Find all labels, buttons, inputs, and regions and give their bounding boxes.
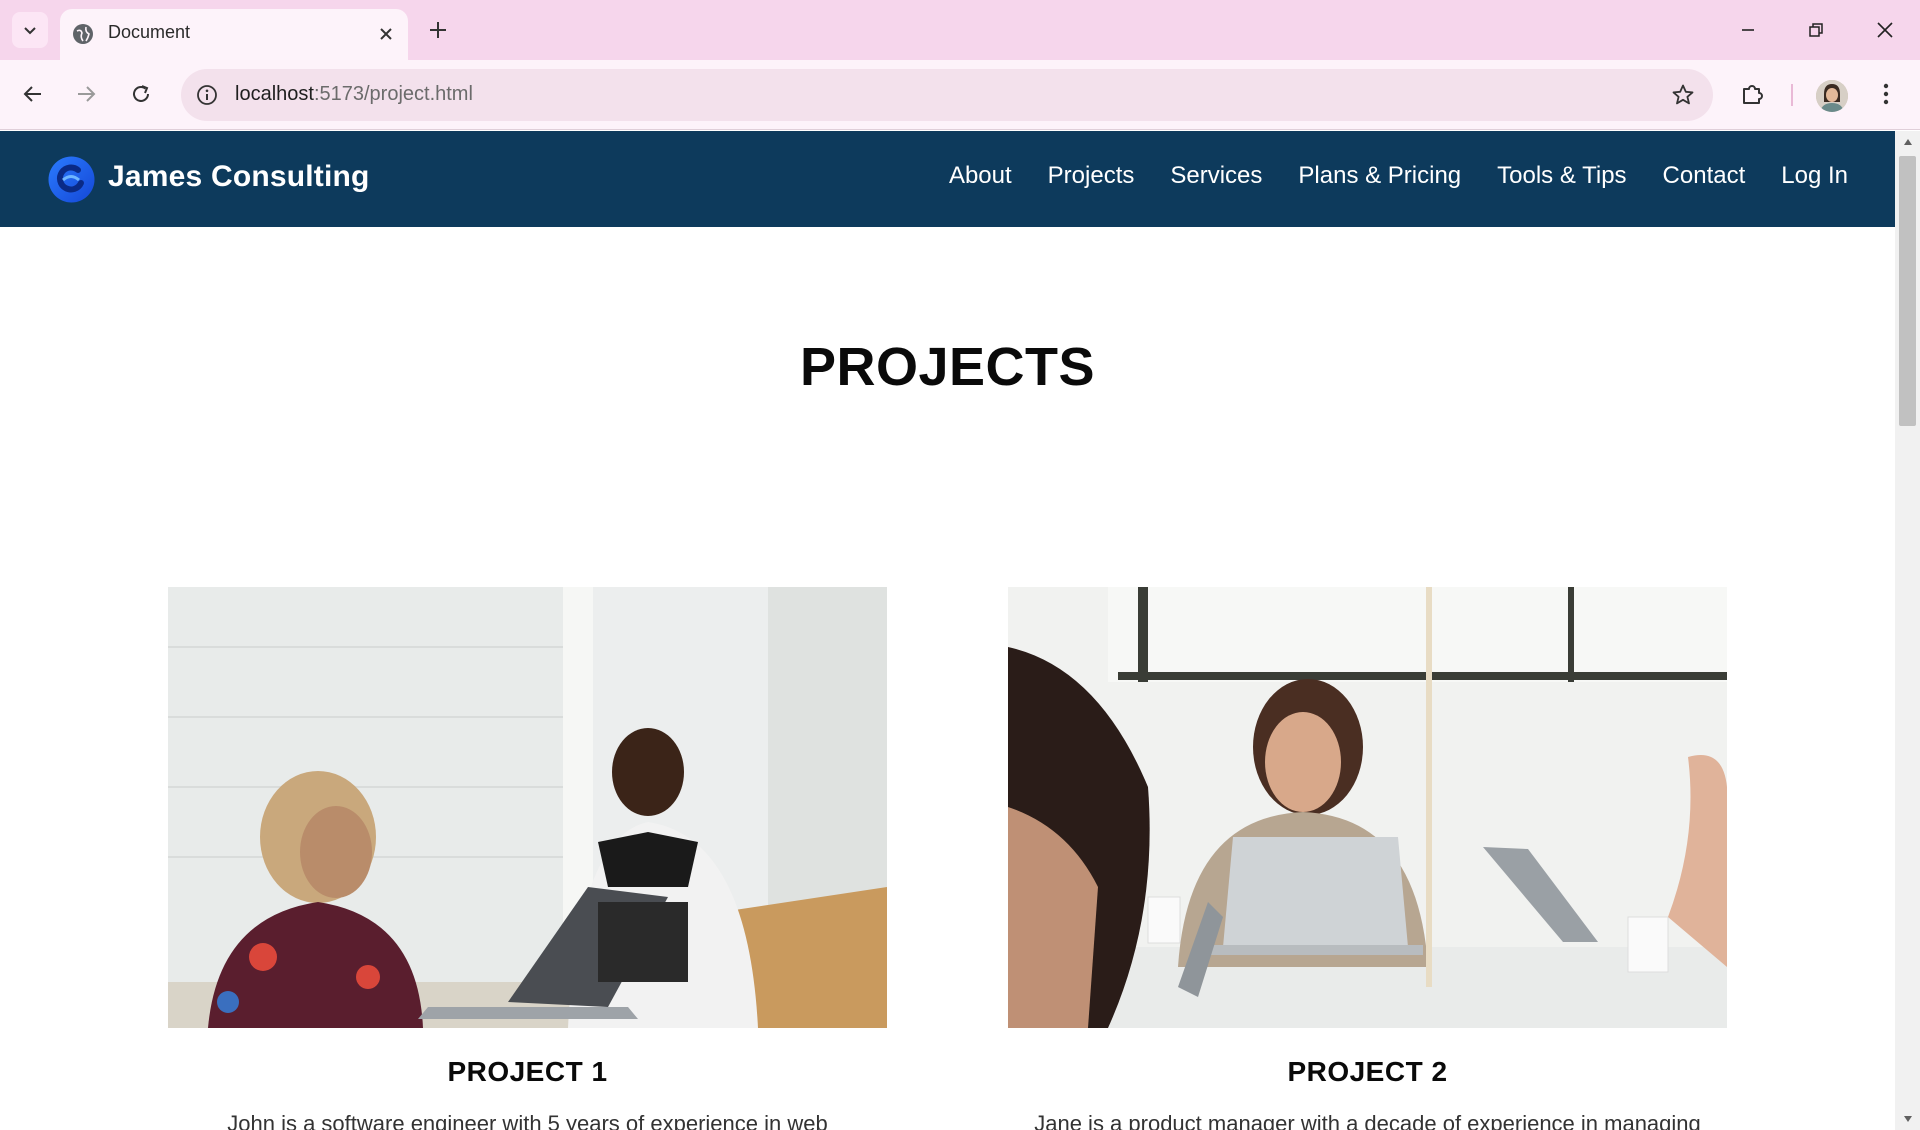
extensions-button[interactable]	[1735, 76, 1771, 112]
project-title: PROJECT 1	[447, 1056, 608, 1087]
brand-name[interactable]: James Consulting	[108, 160, 370, 194]
minimize-button[interactable]	[1726, 10, 1770, 50]
arrow-right-icon	[78, 86, 96, 102]
nav-projects[interactable]: Projects	[1048, 162, 1135, 190]
address-bar[interactable]: localhost:5173/project.html	[181, 69, 1713, 121]
project-card: PROJECT 2 Jane is a product manager with…	[1008, 587, 1727, 1130]
active-tab[interactable]: Document	[60, 9, 408, 60]
restore-icon	[1809, 23, 1823, 37]
project-title: PROJECT 2	[1287, 1056, 1448, 1087]
nav-services[interactable]: Services	[1170, 162, 1262, 190]
nav-contact[interactable]: Contact	[1663, 162, 1746, 190]
restore-button[interactable]	[1794, 10, 1838, 50]
scroll-down-button[interactable]	[1895, 1112, 1920, 1126]
tab-close-button[interactable]	[374, 22, 398, 46]
plus-icon	[430, 22, 446, 38]
tab-title: Document	[108, 22, 191, 42]
site-header: James Consulting About Projects Services…	[0, 131, 1895, 227]
project-description: Jane is a product manager with a decade …	[1034, 1111, 1701, 1130]
url-text[interactable]: localhost:5173/project.html	[235, 83, 473, 106]
scroll-thumb[interactable]	[1899, 156, 1916, 426]
close-window-button[interactable]	[1863, 10, 1907, 50]
project-card: PROJECT 1 John is a software engineer wi…	[168, 587, 887, 1130]
close-icon	[1877, 22, 1893, 38]
avatar-icon	[1816, 80, 1848, 112]
profile-avatar[interactable]	[1816, 80, 1848, 112]
info-icon	[197, 85, 217, 105]
chevron-down-icon	[24, 27, 36, 35]
new-tab-button[interactable]	[424, 16, 452, 44]
tab-search-button[interactable]	[12, 12, 48, 48]
site-info-button[interactable]	[193, 81, 221, 109]
triangle-up-icon	[1903, 139, 1912, 145]
nav-about[interactable]: About	[949, 162, 1012, 190]
globe-icon	[73, 24, 93, 44]
page-scrollbar[interactable]	[1895, 131, 1920, 1130]
project-2-image[interactable]	[1008, 587, 1727, 1028]
browser-menu-button[interactable]	[1870, 76, 1902, 112]
url-host: localhost	[235, 83, 314, 105]
minimize-icon	[1742, 29, 1754, 31]
scroll-up-button[interactable]	[1895, 135, 1920, 149]
browser-tab-bar: Document	[0, 0, 1920, 60]
kebab-menu-icon	[1883, 83, 1889, 105]
close-icon	[380, 28, 392, 40]
main-nav: About Projects Services Plans & Pricing …	[949, 162, 1848, 190]
arrow-left-icon	[23, 86, 41, 102]
toolbar-divider	[1791, 84, 1793, 106]
reload-button[interactable]	[121, 74, 161, 114]
project-1-image[interactable]	[168, 587, 887, 1028]
puzzle-icon	[1743, 85, 1763, 104]
nav-tools-tips[interactable]: Tools & Tips	[1497, 162, 1626, 190]
project-description: John is a software engineer with 5 years…	[227, 1111, 828, 1130]
star-icon	[1672, 84, 1694, 105]
browser-toolbar: localhost:5173/project.html	[0, 60, 1920, 130]
page-viewport: James Consulting About Projects Services…	[0, 131, 1895, 1130]
back-button[interactable]	[13, 74, 53, 114]
url-path: :5173/project.html	[313, 83, 473, 105]
forward-button[interactable]	[66, 74, 106, 114]
brand-logo-icon[interactable]	[48, 156, 95, 203]
nav-log-in[interactable]: Log In	[1781, 162, 1848, 190]
reload-icon	[133, 85, 149, 102]
page-title: PROJECTS	[799, 337, 1096, 397]
triangle-down-icon	[1903, 1116, 1912, 1122]
bookmark-button[interactable]	[1669, 81, 1697, 109]
nav-plans-pricing[interactable]: Plans & Pricing	[1298, 162, 1461, 190]
